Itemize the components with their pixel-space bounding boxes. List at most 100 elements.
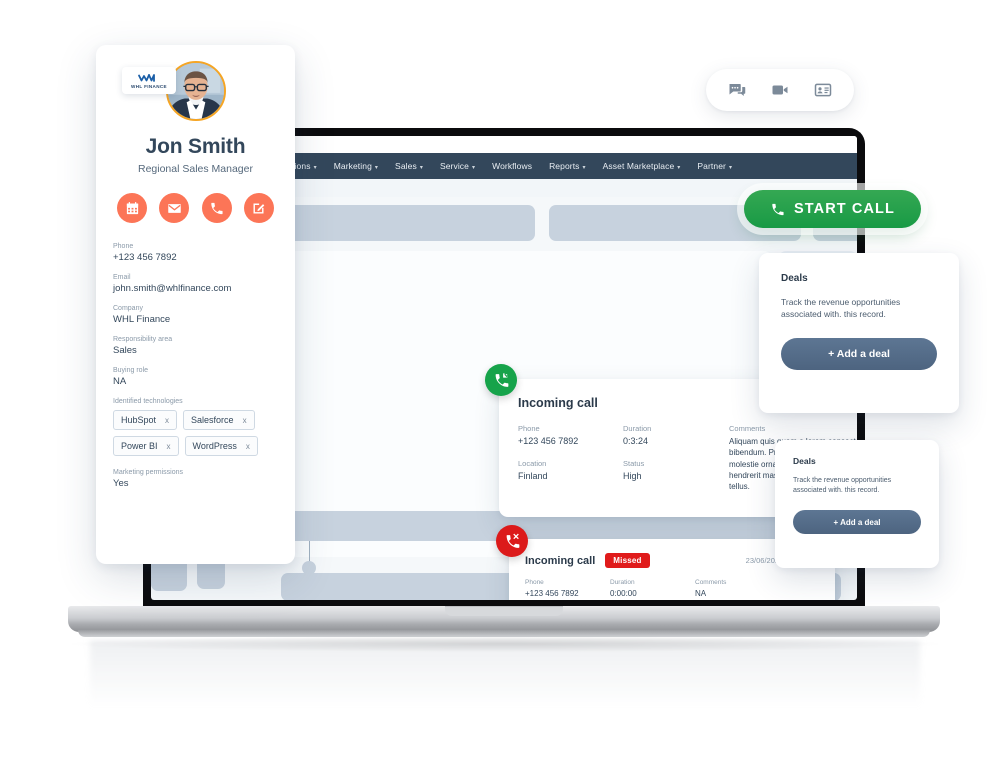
field-column-1: Phone +123 456 7892 Location Finland (525, 579, 610, 600)
tag-power-bi[interactable]: Power BI x (113, 436, 179, 456)
field-label: Duration (610, 579, 635, 586)
nav-label: Marketing (333, 161, 372, 171)
detail-label: Company (113, 305, 143, 312)
close-icon[interactable]: x (246, 442, 250, 451)
detail-label: Email (113, 274, 131, 281)
chevron-down-icon: ▾ (419, 164, 423, 171)
status-badge: Missed (605, 553, 650, 568)
field-value: +123 456 7892 (525, 589, 579, 598)
chevron-down-icon: ▾ (471, 164, 476, 171)
field-label: Status (623, 459, 645, 468)
nav-item-reports[interactable]: Reports ▾ (549, 161, 586, 171)
field-label: Comments (729, 424, 766, 433)
screenshot-root: rsations ▾ Marketing ▾ Sales ▾ Service ▾ Wor… (0, 0, 1000, 757)
add-deal-button[interactable]: + Add a deal (793, 510, 921, 535)
field-label: Phone (525, 579, 544, 586)
detail-label: Identified technologies (113, 398, 183, 405)
incoming-call-icon (485, 364, 517, 396)
close-icon[interactable]: x (167, 442, 171, 451)
edit-icon (253, 203, 265, 213)
nav-label: Sales (395, 161, 417, 171)
contact-card-icon[interactable] (813, 81, 833, 99)
edit-button[interactable] (243, 193, 274, 223)
field-phone: Phone +123 456 7892 (525, 579, 610, 598)
start-call-label: START CALL (794, 201, 895, 217)
quick-actions-toolbar (706, 69, 854, 111)
incoming-call-glyph (495, 372, 508, 387)
contact-profile-card: WHL FINANCE Jon Smith Regional Sales Man… (96, 45, 295, 564)
field-column-2: Duration 0:3:24 Status High (623, 424, 729, 493)
close-icon[interactable]: x (243, 416, 247, 425)
detail-identified-technologies: Identified technologies HubSpot x Salesf… (113, 398, 278, 456)
video-camera-icon[interactable] (770, 81, 790, 99)
field-location: Location Finland (518, 459, 623, 481)
detail-responsibility-area: Responsibility area Sales (113, 336, 278, 356)
close-icon[interactable]: x (165, 416, 169, 425)
nav-item-partner[interactable]: Partner ▾ (697, 161, 732, 171)
tag-label: WordPress (192, 441, 237, 451)
detail-label: Marketing permissions (113, 469, 184, 476)
nav-item-service[interactable]: Service ▾ (440, 161, 475, 171)
nav-item-workflows[interactable]: Workflows (492, 161, 532, 171)
detail-marketing-permissions: Marketing permissions Yes (113, 469, 278, 489)
field-value: High (623, 471, 642, 481)
call-button[interactable] (201, 193, 232, 223)
company-logo: WHL FINANCE (122, 67, 176, 94)
detail-value: Yes (113, 478, 129, 489)
field-column-2: Duration 0:00:00 Status High (610, 579, 695, 600)
tag-label: HubSpot (121, 415, 157, 425)
detail-label: Buying role (113, 367, 149, 374)
chevron-down-icon: ▾ (313, 164, 317, 171)
deals-panel-secondary: Deals Track the revenue opportunities as… (775, 440, 939, 568)
field-label: Phone (518, 424, 540, 433)
nav-label: Partner (697, 161, 726, 171)
company-logo-text: WHL FINANCE (131, 83, 167, 89)
laptop-base (68, 606, 940, 632)
nav-item-marketing[interactable]: Marketing ▾ (334, 161, 378, 171)
detail-buying-role: Buying role NA (113, 367, 278, 387)
field-duration: Duration 0:3:24 (623, 424, 729, 446)
tag-hubspot[interactable]: HubSpot x (113, 410, 178, 430)
detail-value: john.smith@whlfinance.com (113, 283, 232, 294)
field-comments: Comments NA (695, 579, 819, 598)
deals-title: Deals (781, 273, 808, 284)
chevron-down-icon: ▾ (582, 164, 586, 171)
start-call-button[interactable]: START CALL (744, 190, 921, 228)
detail-value: WHL Finance (113, 314, 171, 325)
calendar-icon (126, 201, 138, 214)
chevron-down-icon: ▾ (728, 164, 733, 171)
nav-item-asset-marketplace[interactable]: Asset Marketplace ▾ (603, 161, 681, 171)
tag-wordpress[interactable]: WordPress x (184, 436, 258, 456)
chevron-down-icon: ▾ (677, 164, 681, 171)
field-label: Location (518, 459, 547, 468)
missed-call-icon (496, 525, 528, 557)
add-deal-button[interactable]: + Add a deal (781, 337, 937, 370)
field-value: +123 456 7892 (518, 436, 579, 446)
nav-label: Asset Marketplace (602, 161, 675, 171)
field-duration: Duration 0:00:00 (610, 579, 695, 598)
profile-header: WHL FINANCE (113, 45, 278, 135)
field-column-comments: Comments NA (695, 579, 819, 600)
phone-icon (772, 203, 784, 215)
detail-label: Phone (113, 243, 134, 250)
laptop-reflection (90, 640, 920, 720)
field-value: NA (695, 589, 707, 598)
field-label: Duration (623, 424, 652, 433)
tag-label: Power BI (121, 441, 158, 451)
email-button[interactable] (159, 193, 190, 223)
nav-label: Reports (549, 161, 580, 171)
tag-salesforce[interactable]: Salesforce x (183, 410, 255, 430)
profile-details: Phone +123 456 7892 Email john.smith@whl… (113, 243, 278, 489)
missed-call-glyph (506, 533, 519, 548)
calendar-button[interactable] (117, 193, 147, 223)
tag-label: Salesforce (191, 415, 234, 425)
profile-role: Regional Sales Manager (138, 163, 253, 175)
field-value: 0:3:24 (623, 436, 649, 446)
chat-icon[interactable] (727, 81, 747, 99)
field-phone: Phone +123 456 7892 (518, 424, 623, 446)
email-icon (168, 203, 181, 213)
detail-label: Responsibility area (113, 336, 173, 343)
field-column-1: Phone +123 456 7892 Location Finland (518, 424, 623, 493)
nav-item-sales[interactable]: Sales ▾ (395, 161, 423, 171)
chevron-down-icon: ▾ (374, 164, 379, 171)
